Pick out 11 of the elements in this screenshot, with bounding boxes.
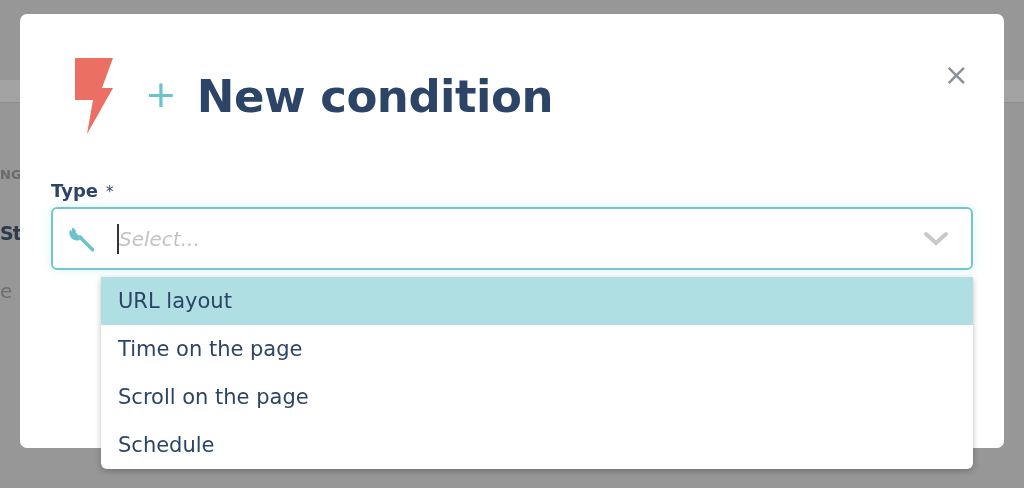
dropdown-option[interactable]: Scroll on the page: [101, 373, 973, 421]
field-label: Type: [51, 180, 98, 201]
dropdown-option[interactable]: Schedule: [101, 421, 973, 469]
dropdown-option[interactable]: URL layout: [101, 277, 973, 325]
select-input[interactable]: Select...: [119, 226, 923, 251]
required-mark: *: [105, 183, 114, 201]
dropdown-option[interactable]: Time on the page: [101, 325, 973, 373]
plus-sign: +: [145, 72, 177, 116]
dialog-title: New condition: [196, 69, 553, 123]
background-text: St: [0, 220, 21, 246]
type-select[interactable]: Select...: [51, 207, 973, 270]
